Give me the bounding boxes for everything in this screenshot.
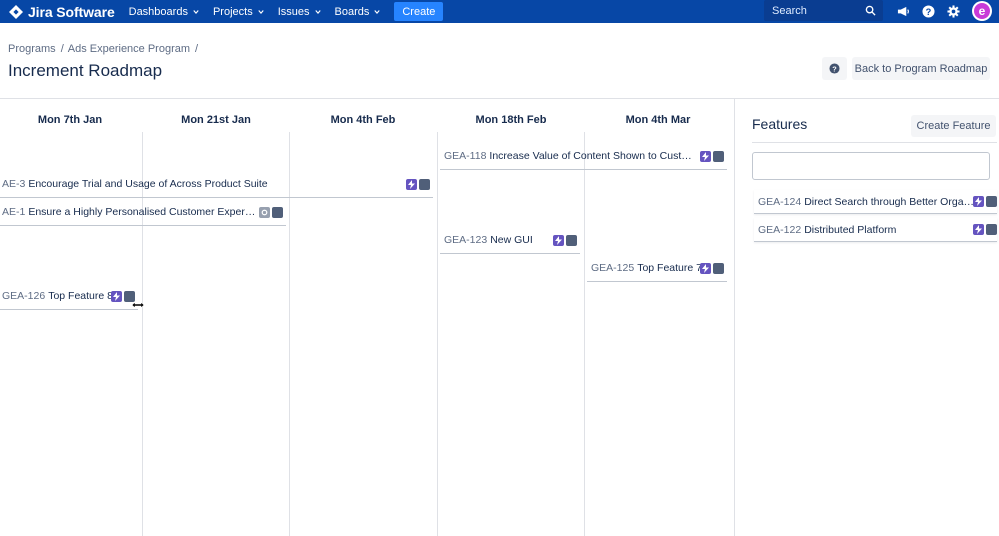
top-navigation-bar: Jira Software Dashboards Projects Issues…	[0, 0, 999, 23]
svg-text:?: ?	[832, 64, 837, 73]
chevron-down-icon	[193, 9, 199, 14]
roadmap-bar[interactable]: GEA-118 Increase Value of Content Shown …	[440, 142, 727, 170]
column-header: Mon 21st Jan	[181, 114, 251, 126]
settings-icon	[259, 207, 270, 218]
issue-key[interactable]: GEA-125	[591, 262, 634, 274]
back-to-program-roadmap-button[interactable]: Back to Program Roadmap	[852, 57, 990, 80]
status-square-icon	[986, 196, 997, 207]
status-square-icon	[713, 151, 724, 162]
nav-boards[interactable]: Boards	[335, 6, 381, 18]
issue-key[interactable]: GEA-118	[444, 150, 486, 162]
column-header: Mon 18th Feb	[475, 114, 547, 126]
chevron-down-icon	[374, 9, 381, 14]
status-square-icon	[419, 179, 430, 190]
logo-text: Jira Software	[28, 3, 115, 20]
nav-projects-label: Projects	[212, 5, 253, 18]
breadcrumb-separator: /	[195, 43, 199, 55]
roadmap-bar[interactable]: AE-1 Ensure a Highly Personalised Custom…	[0, 198, 286, 226]
issue-title: Top Feature 8	[48, 289, 113, 302]
avatar-letter: e	[974, 3, 990, 19]
nav-dashboards-label: Dashboards	[128, 5, 188, 18]
roadmap-bar[interactable]: GEA-126 Top Feature 8	[0, 282, 138, 310]
breadcrumb-ads-experience-program[interactable]: Ads Experience Program	[68, 43, 190, 55]
epic-lightning-icon	[700, 151, 711, 162]
nav-dashboards[interactable]: Dashboards	[129, 6, 199, 18]
epic-lightning-icon	[553, 235, 564, 246]
roadmap-bar[interactable]: GEA-125 Top Feature 7	[587, 254, 727, 282]
features-panel-title: Features	[752, 116, 808, 132]
features-divider	[752, 142, 997, 143]
create-button[interactable]: Create	[394, 2, 444, 21]
nav-issues[interactable]: Issues	[278, 6, 321, 18]
chevron-down-icon	[258, 9, 264, 14]
roadmap-bar[interactable]: GEA-123 New GUI	[440, 226, 580, 254]
issue-key[interactable]: GEA-126	[2, 290, 45, 302]
nav-boards-label: Boards	[334, 5, 370, 18]
status-square-icon	[566, 235, 577, 246]
epic-lightning-icon	[406, 179, 417, 190]
search-icon[interactable]	[865, 5, 876, 16]
feature-title: Distributed Platform	[804, 223, 897, 236]
column-gridline	[437, 132, 438, 536]
issue-title: Increase Value of Content Shown to Custo…	[489, 149, 698, 162]
issue-key[interactable]: GEA-123	[444, 234, 487, 246]
panel-divider	[734, 99, 735, 536]
status-square-icon	[713, 263, 724, 274]
roadmap-bar[interactable]: AE-3 Encourage Trial and Usage of Across…	[0, 170, 433, 198]
settings-gear-icon[interactable]	[945, 3, 961, 19]
breadcrumb-programs[interactable]: Programs	[8, 43, 56, 55]
question-circle-icon: ?	[829, 63, 840, 74]
help-button[interactable]: ?	[822, 57, 847, 80]
feature-list-item[interactable]: GEA-122 Distributed Platform	[754, 218, 997, 242]
svg-text:?: ?	[925, 6, 931, 16]
feature-list-item[interactable]: GEA-124 Direct Search through Better Org…	[754, 190, 997, 214]
epic-lightning-icon	[111, 291, 122, 302]
user-avatar[interactable]: e	[972, 1, 992, 21]
nav-projects[interactable]: Projects	[213, 6, 264, 18]
epic-lightning-icon	[973, 224, 984, 235]
feature-key[interactable]: GEA-124	[758, 196, 801, 208]
notifications-megaphone-icon[interactable]	[895, 3, 911, 19]
epic-lightning-icon	[700, 263, 711, 274]
status-square-icon	[986, 224, 997, 235]
issue-title: Encourage Trial and Usage of Across Prod…	[28, 177, 268, 190]
column-header: Mon 4th Feb	[330, 114, 396, 126]
jira-diamond-icon	[9, 4, 23, 19]
issue-key[interactable]: AE-1	[2, 206, 25, 218]
page-title: Increment Roadmap	[8, 61, 163, 80]
chevron-down-icon	[314, 9, 321, 14]
resize-cursor-icon	[132, 301, 144, 309]
header-divider	[0, 98, 999, 99]
status-square-icon	[272, 207, 283, 218]
feature-title: Direct Search through Better Organ...	[804, 195, 975, 208]
feature-search-input[interactable]	[752, 152, 990, 180]
jira-logo[interactable]: Jira Software	[9, 0, 115, 23]
column-gridline	[584, 132, 585, 536]
column-header: Mon 7th Jan	[37, 114, 103, 126]
breadcrumb-separator: /	[60, 43, 64, 55]
issue-title: Top Feature 7	[637, 261, 702, 274]
breadcrumb: Programs / Ads Experience Program /	[8, 43, 202, 55]
epic-lightning-icon	[973, 196, 984, 207]
issue-title: New GUI	[490, 233, 533, 246]
search-box[interactable]	[764, 0, 883, 21]
issue-key[interactable]: AE-3	[2, 178, 25, 190]
column-header: Mon 4th Mar	[625, 114, 691, 126]
nav-issues-label: Issues	[277, 5, 310, 18]
issue-title: Ensure a Highly Personalised Customer Ex…	[28, 205, 257, 218]
search-input[interactable]	[772, 4, 862, 17]
help-icon[interactable]: ?	[920, 3, 936, 19]
create-feature-button[interactable]: Create Feature	[911, 115, 996, 137]
feature-key[interactable]: GEA-122	[758, 224, 801, 236]
